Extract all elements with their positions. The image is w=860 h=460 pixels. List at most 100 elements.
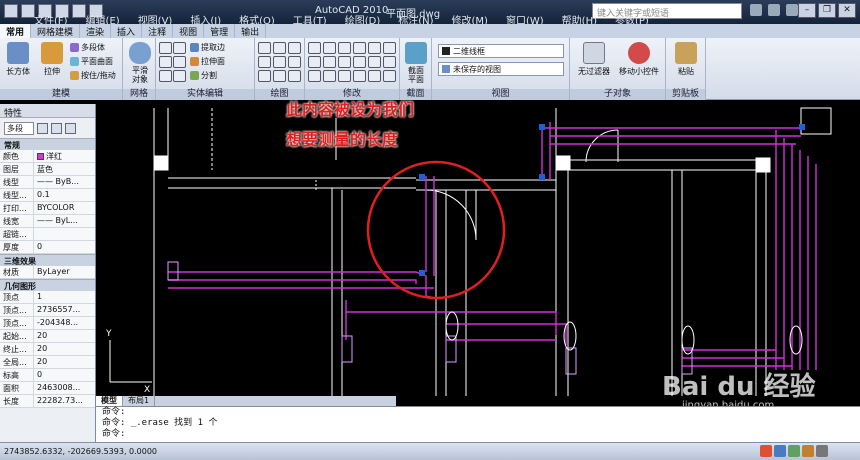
tab-annotate[interactable]: 注释 [142, 24, 174, 38]
tray-icon[interactable] [788, 445, 800, 457]
extrude-button[interactable]: 拉伸 [36, 42, 68, 77]
interfere-icon[interactable] [173, 56, 186, 68]
section-general[interactable]: 常规 [0, 138, 95, 150]
input-method-icon[interactable] [760, 445, 772, 457]
lengthen-icon[interactable] [368, 70, 381, 82]
slice-icon[interactable] [159, 70, 172, 82]
help-icon[interactable] [786, 4, 798, 16]
geometry-row[interactable]: 顶点... -204348... [0, 317, 95, 330]
toggle-pickadd-icon[interactable] [37, 122, 48, 134]
section-plane-button[interactable]: 截面 平面 [400, 42, 432, 84]
close-button[interactable]: ✕ [838, 3, 856, 18]
tray-icon[interactable] [802, 445, 814, 457]
property-value[interactable]: —— ByB... [34, 176, 95, 188]
app-menu-icon[interactable] [4, 4, 18, 18]
restore-button[interactable]: ❐ [818, 3, 836, 18]
erase-icon[interactable] [308, 70, 321, 82]
planar-surface-button[interactable]: 平面曲面 [70, 56, 113, 67]
menu-params[interactable]: 参数(P) [611, 12, 653, 27]
move-icon[interactable] [308, 42, 321, 54]
property-value[interactable]: —— ByL... [34, 215, 95, 227]
align-icon[interactable] [383, 42, 396, 54]
command-line[interactable]: 命令: 命令: _.erase 找到 1 个 命令: [96, 406, 860, 442]
saved-view-select[interactable]: 未保存的视图 [438, 62, 564, 76]
box-button[interactable]: 长方体 [2, 42, 34, 77]
select-objects-icon[interactable] [51, 122, 62, 134]
material-row[interactable]: 材质 ByLayer [0, 266, 95, 279]
tab-render[interactable]: 渲染 [80, 24, 112, 38]
subtract-icon[interactable] [173, 42, 186, 54]
tab-mesh[interactable]: 网格建模 [31, 24, 81, 38]
section-geometry[interactable]: 几何图形 [0, 279, 95, 291]
menu-modify[interactable]: 修改(M) [448, 12, 492, 27]
tab-manage[interactable]: 管理 [204, 24, 236, 38]
point-icon[interactable] [288, 70, 301, 82]
tab-insert[interactable]: 插入 [111, 24, 143, 38]
tab-output[interactable]: 输出 [235, 24, 267, 38]
scale-icon[interactable] [338, 42, 351, 54]
polygon-icon[interactable] [258, 70, 271, 82]
circle-icon[interactable] [258, 56, 271, 68]
menu-tools[interactable]: 工具(T) [289, 12, 331, 27]
general-row[interactable]: 颜色 洋红 [0, 150, 95, 163]
general-row[interactable]: 线宽 —— ByL... [0, 215, 95, 228]
mirror-icon[interactable] [353, 42, 366, 54]
property-value[interactable]: 20 [34, 356, 95, 368]
properties-icon[interactable] [383, 70, 396, 82]
menu-dimension[interactable]: 标注(N) [394, 12, 437, 27]
line-icon[interactable] [258, 42, 271, 54]
geometry-row[interactable]: 起始... 20 [0, 330, 95, 343]
star-icon[interactable] [768, 4, 780, 16]
extrude-faces-button[interactable]: 拉伸面 [190, 56, 225, 67]
property-value[interactable] [34, 228, 95, 240]
general-row[interactable]: 线型... 0.1 [0, 189, 95, 202]
geometry-row[interactable]: 长度 22282.73... [0, 395, 95, 408]
tray-icon[interactable] [816, 445, 828, 457]
property-value[interactable]: 22282.73... [34, 395, 95, 407]
geometry-row[interactable]: 顶点... 2736557... [0, 304, 95, 317]
property-value[interactable]: 蓝色 [34, 163, 95, 175]
rotate-icon[interactable] [323, 42, 336, 54]
geometry-row[interactable]: 终止... 20 [0, 343, 95, 356]
array-icon[interactable] [308, 56, 321, 68]
break-icon[interactable] [353, 70, 366, 82]
rectangle-icon[interactable] [273, 56, 286, 68]
tab-home[interactable]: 常用 [0, 24, 32, 38]
geometry-row[interactable]: 顶点 1 [0, 291, 95, 304]
menu-help[interactable]: 帮助(H) [558, 12, 601, 27]
hatch-icon[interactable] [288, 56, 301, 68]
chamfer-icon[interactable] [368, 56, 381, 68]
ellipse-icon[interactable] [273, 70, 286, 82]
split-button[interactable]: 分割 [190, 70, 217, 81]
general-row[interactable]: 线型 —— ByB... [0, 176, 95, 189]
menu-window[interactable]: 窗口(W) [502, 12, 548, 27]
visual-style-select[interactable]: 二维线框 [438, 44, 564, 58]
property-value[interactable]: 2736557... [34, 304, 95, 316]
property-value[interactable]: 0 [34, 241, 95, 253]
menu-view[interactable]: 视图(V) [134, 12, 177, 27]
geometry-row[interactable]: 全局... 20 [0, 356, 95, 369]
binoculars-icon[interactable] [750, 4, 762, 16]
geometry-row[interactable]: 面积 2463008... [0, 382, 95, 395]
paste-button[interactable]: 粘贴 [670, 42, 702, 77]
property-value[interactable]: 1 [34, 291, 95, 303]
polyline-icon[interactable] [273, 42, 286, 54]
arc-icon[interactable] [288, 42, 301, 54]
property-value[interactable]: 2463008... [34, 382, 95, 394]
menu-edit[interactable]: 编辑(E) [82, 12, 124, 27]
intersect-icon[interactable] [159, 56, 172, 68]
thicken-icon[interactable] [173, 70, 186, 82]
menu-draw[interactable]: 绘图(D) [341, 12, 385, 27]
fillet-icon[interactable] [353, 56, 366, 68]
union-icon[interactable] [159, 42, 172, 54]
section-3d-effects[interactable]: 三维效果 [0, 254, 95, 266]
trim-icon[interactable] [338, 56, 351, 68]
general-row[interactable]: 图层 蓝色 [0, 163, 95, 176]
property-value[interactable]: 0 [34, 369, 95, 381]
polysolid-button[interactable]: 多段体 [70, 42, 105, 53]
quick-select-icon[interactable] [65, 122, 76, 134]
language-icon[interactable] [774, 445, 786, 457]
property-value[interactable]: -204348... [34, 317, 95, 329]
extract-edges-button[interactable]: 提取边 [190, 42, 225, 53]
property-value[interactable]: 0.1 [34, 189, 95, 201]
